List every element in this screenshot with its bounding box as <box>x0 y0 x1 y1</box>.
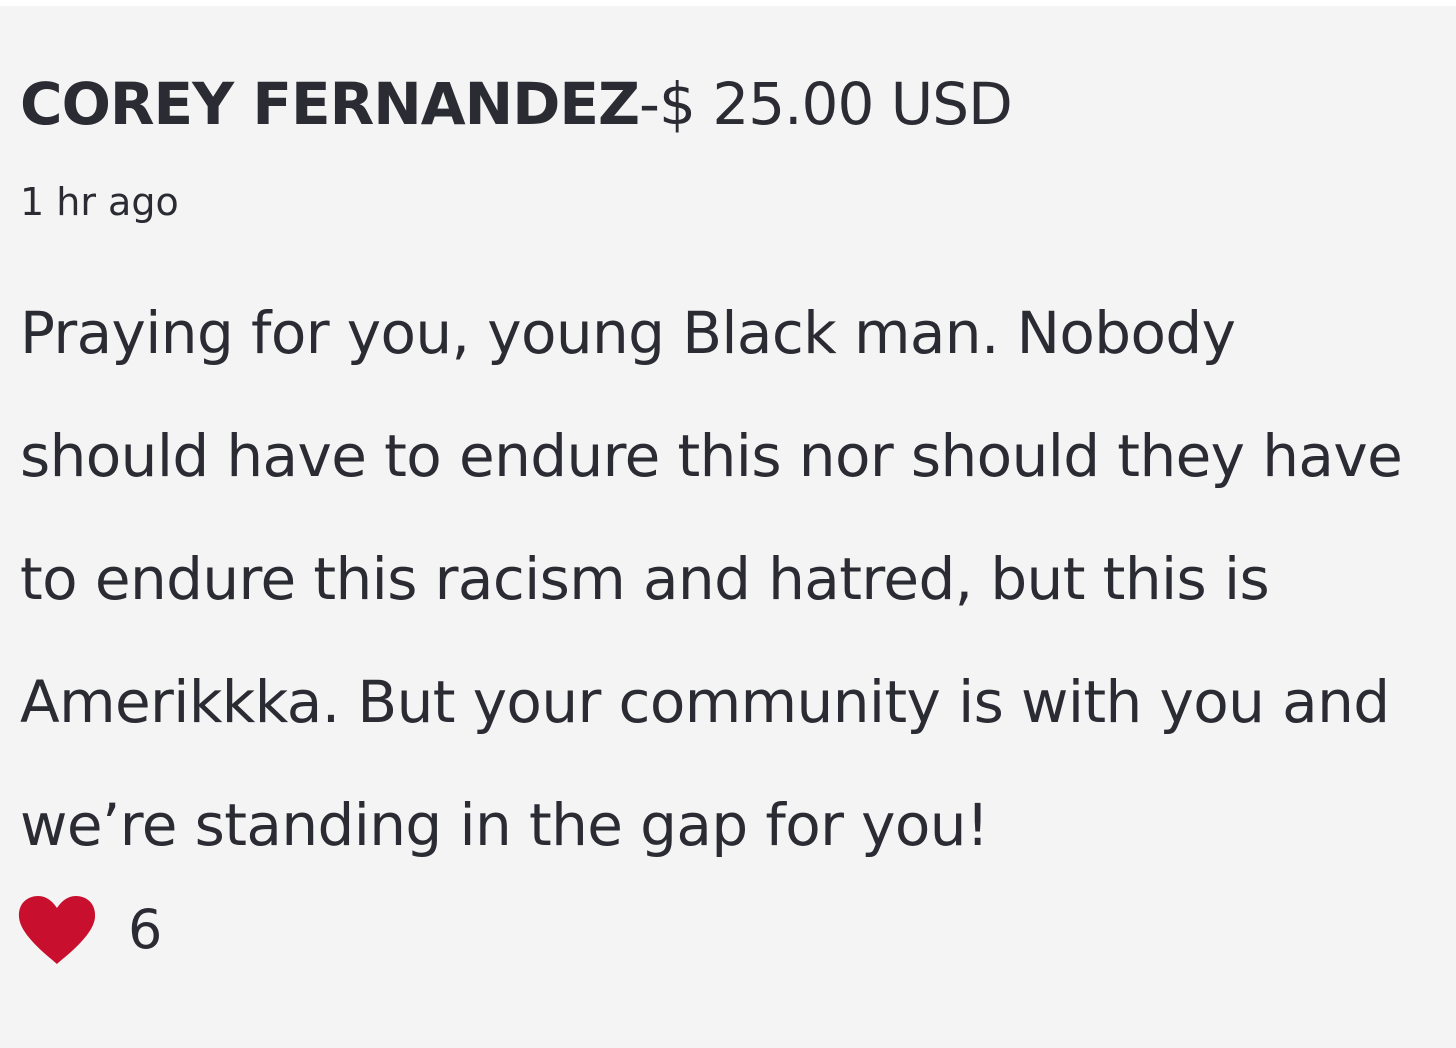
like-row: 6 <box>16 892 162 968</box>
header-separator: - <box>639 70 660 138</box>
donation-comment-card: COREY FERNANDEZ-$ 25.00 USD 1 hr ago Pra… <box>0 6 1456 1048</box>
comment-message: Praying for you, young Black man. Nobody… <box>20 299 1403 859</box>
donor-name: COREY FERNANDEZ <box>20 70 640 138</box>
heart-icon[interactable] <box>16 894 98 966</box>
timestamp: 1 hr ago <box>20 180 179 224</box>
like-count: 6 <box>128 898 163 961</box>
donation-amount: $ 25.00 USD <box>658 70 1013 138</box>
comment-header: COREY FERNANDEZ-$ 25.00 USD <box>20 68 1013 140</box>
